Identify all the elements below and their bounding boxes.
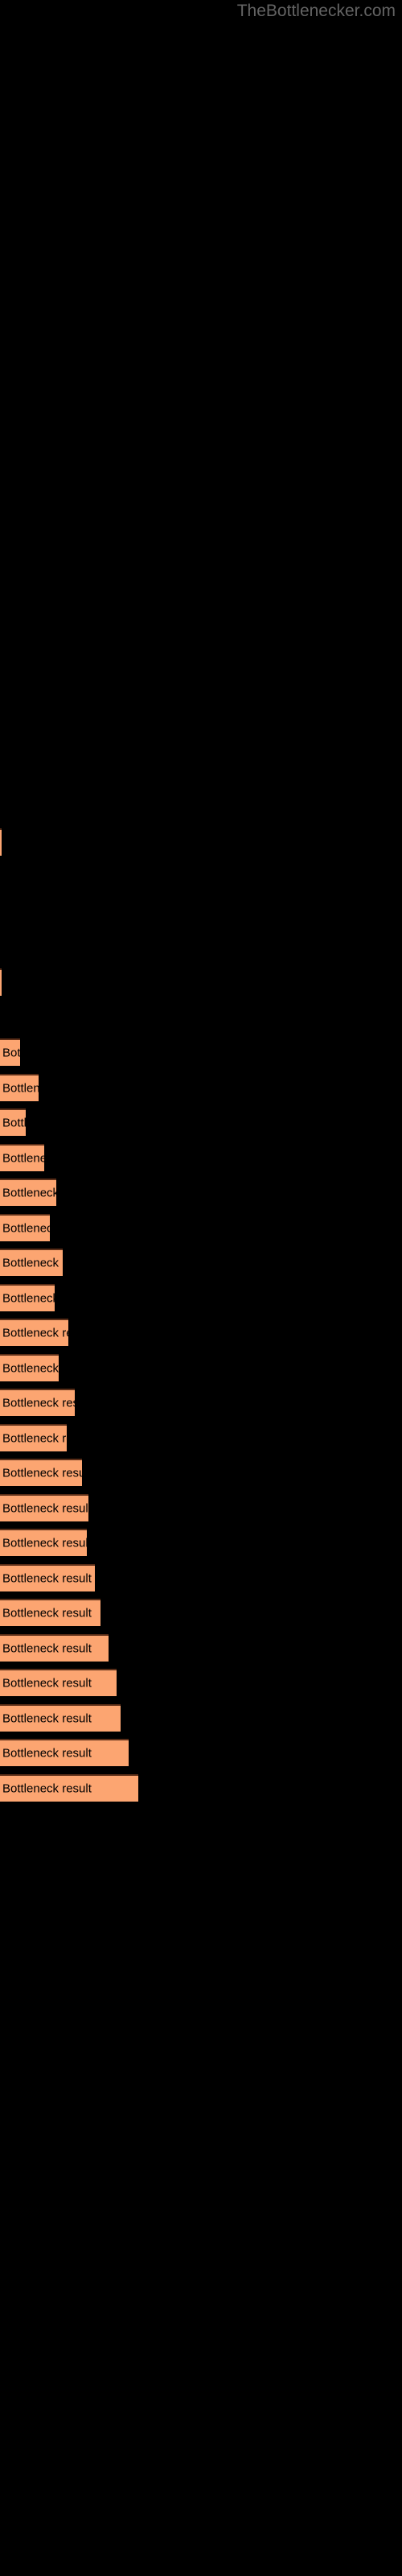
- bar: Bottleneck result: [0, 1144, 44, 1171]
- bar: Bottleneck result: [0, 1214, 50, 1241]
- bar-label: Bottleneck result: [2, 1536, 87, 1550]
- bar-label: Bottleneck result: [2, 1466, 82, 1480]
- bar: Bottleneck result: [0, 1529, 87, 1556]
- bar-label: Bottleneck result: [2, 1781, 92, 1796]
- bar: Bottleneck result: [0, 1319, 68, 1346]
- bar: Bottleneck result: [0, 1424, 67, 1451]
- bar-label: Bottleneck result: [2, 1711, 92, 1726]
- bar: Bottleneck result: [0, 1108, 26, 1136]
- bottleneck-bar-chart: Bottleneck result Bottleneck result Bottle…: [0, 0, 402, 2576]
- bar: Bottleneck result: [0, 1494, 88, 1521]
- bar: Bottleneck result: [0, 1074, 39, 1101]
- bar-label: Bottleneck result: [2, 1746, 92, 1761]
- bar: Bottleneck result: [0, 1774, 138, 1802]
- bar: Bottleneck result: [0, 968, 2, 996]
- bar: Bottleneck result: [0, 1599, 100, 1626]
- bar-label: Bottleneck result: [2, 1361, 59, 1376]
- bar: Bottleneck result: [0, 1284, 55, 1311]
- bar-label: Bottleneck result: [2, 1676, 92, 1690]
- bar-label: Bottleneck result: [2, 1431, 67, 1446]
- bar: Bottleneck result: [0, 1459, 82, 1486]
- bar: Bottleneck result: [0, 1038, 20, 1066]
- bar-label: Bottleneck result: [2, 1151, 44, 1166]
- bar-label: Bottleneck result: [2, 1501, 88, 1516]
- bar-label: Bottleneck result: [2, 1256, 63, 1270]
- bar: Bottleneck result: [0, 1354, 59, 1381]
- bar: Bottleneck result: [0, 1669, 117, 1696]
- bar-label: Bottleneck result: [2, 1046, 20, 1060]
- bar: Bottleneck result: [0, 1564, 95, 1591]
- bar: Bottleneck result: [0, 1704, 121, 1732]
- bar-label: Bottleneck result: [2, 1571, 92, 1586]
- bar: Bottleneck result: [0, 828, 2, 856]
- bar: Bottleneck result: [0, 1179, 56, 1206]
- bar: Bottleneck result: [0, 1739, 129, 1766]
- bar-label: Bottleneck result: [2, 1641, 92, 1656]
- bar: Bottleneck result: [0, 1389, 75, 1416]
- bar-label: Bottleneck result: [2, 1221, 50, 1236]
- bar: Bottleneck result: [0, 1249, 63, 1276]
- bar-label: Bottleneck result: [2, 1606, 92, 1620]
- bar: Bottleneck result: [0, 1634, 109, 1662]
- bar-label: Bottleneck result: [2, 1396, 75, 1410]
- bar-label: Bottleneck result: [2, 1291, 55, 1306]
- bar-label: Bottleneck result: [2, 1081, 39, 1096]
- bar-label: Bottleneck result: [2, 1186, 56, 1200]
- bar-label: Bottleneck result: [2, 1326, 68, 1340]
- bar-label: Bottleneck result: [2, 1116, 26, 1130]
